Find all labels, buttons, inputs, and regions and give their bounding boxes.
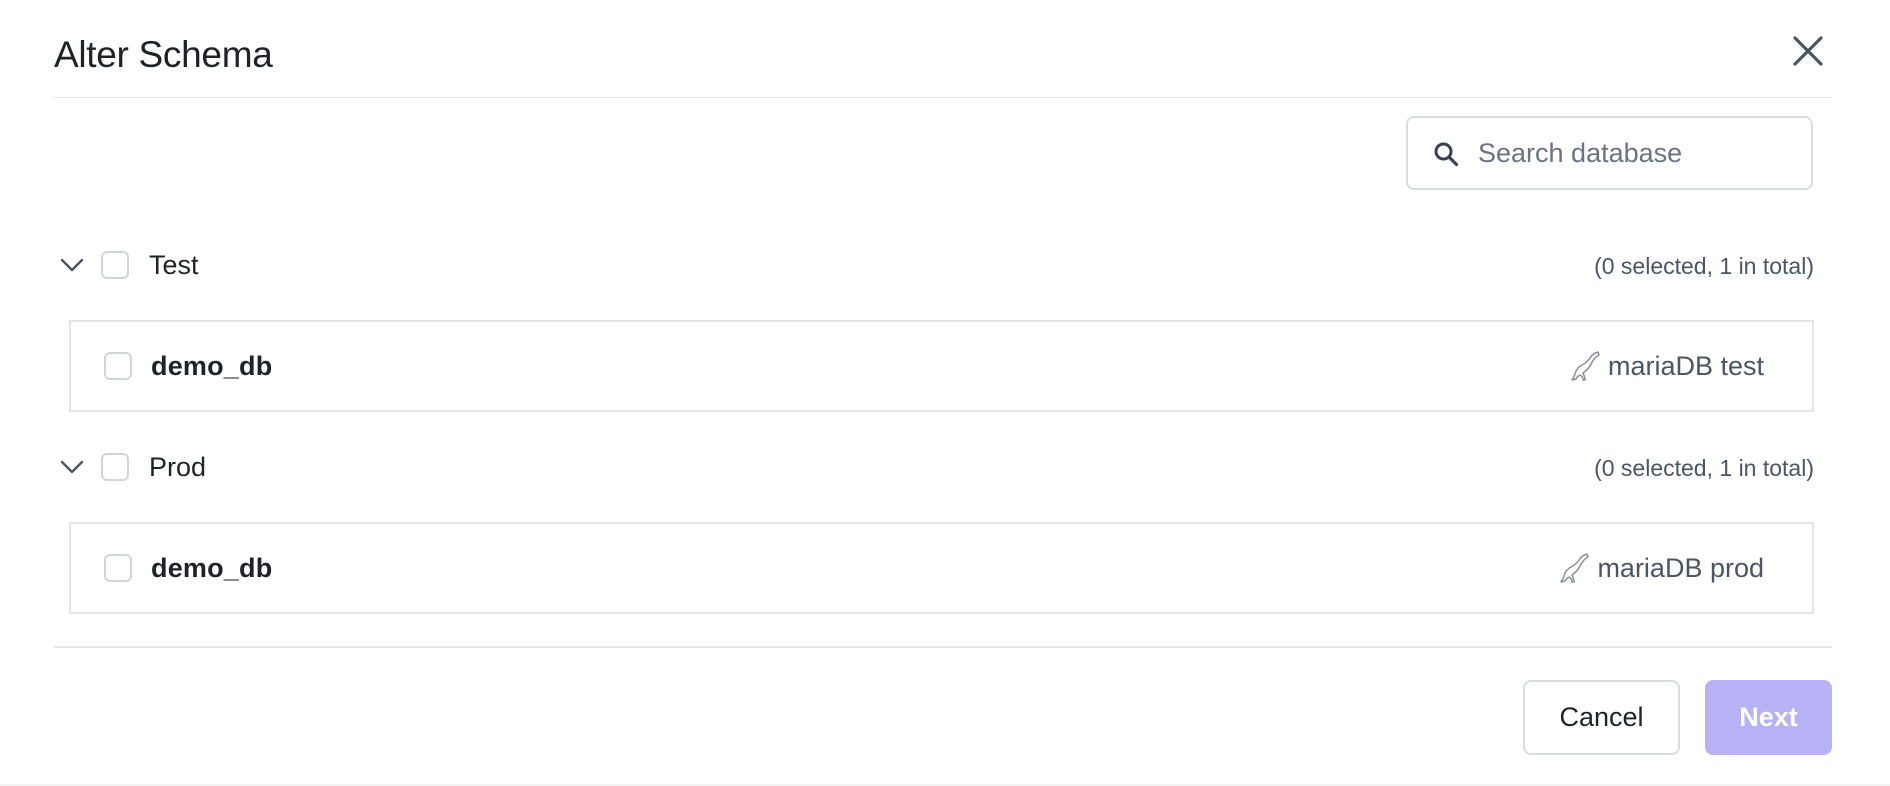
database-item[interactable]: demo_db mariaDB test bbox=[69, 320, 1814, 412]
mariadb-seal-icon bbox=[1571, 351, 1600, 381]
search-database-input[interactable] bbox=[1478, 132, 1798, 174]
database-instance: mariaDB test bbox=[1568, 348, 1764, 384]
chevron-down-icon[interactable] bbox=[58, 251, 86, 279]
group-selection-count: (0 selected, 1 in total) bbox=[1594, 253, 1814, 279]
dialog-header: Alter Schema bbox=[54, 0, 1832, 98]
search-box bbox=[1406, 116, 1813, 190]
next-button[interactable]: Next bbox=[1705, 680, 1832, 755]
database-name: demo_db bbox=[151, 351, 273, 381]
group-row-test: Test (0 selected, 1 in total) bbox=[54, 243, 1814, 287]
instance-label: mariaDB prod bbox=[1597, 553, 1764, 583]
group-row-prod: Prod (0 selected, 1 in total) bbox=[54, 445, 1814, 489]
dialog-title: Alter Schema bbox=[54, 34, 273, 75]
database-item[interactable]: demo_db mariaDB prod bbox=[69, 522, 1814, 614]
mariadb-seal-icon bbox=[1560, 553, 1590, 583]
database-checkbox[interactable] bbox=[104, 352, 132, 380]
footer-divider bbox=[54, 646, 1832, 648]
database-checkbox[interactable] bbox=[104, 554, 132, 582]
group-label: Prod bbox=[149, 452, 207, 482]
group-checkbox-test[interactable] bbox=[101, 251, 129, 279]
close-button[interactable] bbox=[1789, 32, 1827, 70]
instance-label: mariaDB test bbox=[1607, 351, 1764, 381]
alter-schema-dialog: Alter Schema Test (0 selected, 1 in tota… bbox=[0, 0, 1890, 784]
group-label: Test bbox=[149, 250, 199, 280]
group-selection-count: (0 selected, 1 in total) bbox=[1594, 455, 1814, 481]
cancel-button[interactable]: Cancel bbox=[1523, 680, 1680, 755]
chevron-down-icon[interactable] bbox=[58, 453, 86, 481]
search-icon bbox=[1434, 142, 1459, 167]
database-instance: mariaDB prod bbox=[1557, 550, 1764, 586]
database-name: demo_db bbox=[151, 553, 273, 583]
close-icon bbox=[1793, 36, 1823, 66]
group-checkbox-prod[interactable] bbox=[101, 453, 129, 481]
